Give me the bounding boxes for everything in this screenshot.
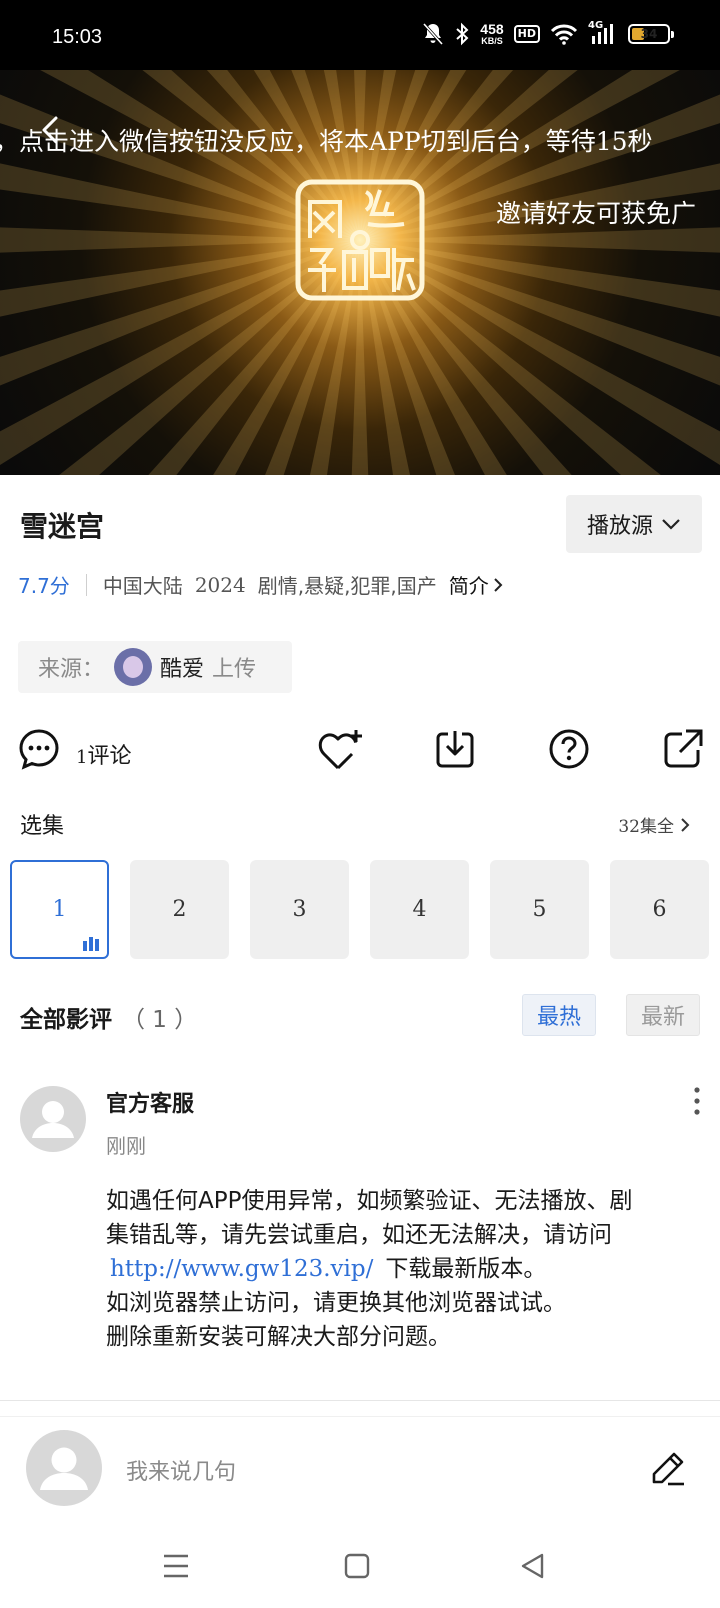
- reviews-title-label: 全部影评: [20, 1007, 112, 1033]
- default-user-icon: [32, 1101, 74, 1138]
- episodes-total-label: 集全: [640, 817, 674, 837]
- status-time: 15:03: [52, 26, 103, 48]
- hd-badge: HD: [513, 25, 540, 43]
- bluetooth-icon: [456, 22, 469, 46]
- my-avatar: [26, 1430, 102, 1506]
- uploader-avatar: [114, 648, 153, 686]
- uploader-info[interactable]: 来源： 酷爱 上传: [18, 641, 292, 693]
- review-line: 如遇任何APP使用异常，如频繁验证、无法播放、剧: [106, 1188, 633, 1214]
- battery-icon: 34: [628, 24, 674, 44]
- comment-count[interactable]: 1评论: [76, 738, 131, 770]
- review-time: 刚刚: [106, 1134, 146, 1158]
- episode-button-3[interactable]: 3: [250, 860, 349, 959]
- review-content: 如遇任何APP使用异常，如频繁验证、无法播放、剧 集错乱等，请先尝试重启，如还无…: [106, 1184, 706, 1354]
- net-speed-unit: KB/S: [481, 36, 503, 46]
- chevron-down-icon: [662, 519, 680, 530]
- region: 中国大陆: [102, 574, 183, 598]
- default-user-icon: [40, 1447, 88, 1490]
- uploader-name: 酷爱: [160, 657, 205, 682]
- episode-button-5[interactable]: 5: [490, 860, 589, 959]
- review-line: 集错乱等，请先尝试重启，如还无法解决，请访问: [106, 1222, 612, 1248]
- help-icon[interactable]: [548, 728, 590, 770]
- play-source-label: 播放源: [586, 514, 653, 539]
- share-icon[interactable]: [662, 728, 704, 770]
- review-line-suffix: 下载最新版本。: [385, 1256, 547, 1282]
- episode-number: 5: [532, 897, 547, 922]
- review-line: 删除重新安装可解决大部分问题。: [106, 1324, 451, 1350]
- divider: [0, 1416, 720, 1417]
- chevron-right-icon: [681, 817, 690, 832]
- pencil-icon[interactable]: [650, 1450, 686, 1486]
- comment-count-value: 1: [76, 747, 88, 768]
- wifi-icon: [550, 24, 578, 45]
- episode-number: 2: [172, 897, 187, 922]
- invite-notice: 邀请好友可获免广: [496, 199, 697, 228]
- episodes-title: 选集: [20, 814, 65, 839]
- marquee-notice: ，点击进入微信按钮没反应，将本APP切到后台，等待15秒: [0, 122, 720, 158]
- rating-score: 7.7分: [18, 574, 70, 598]
- review-author: 官方客服: [106, 1092, 195, 1117]
- review-link[interactable]: http://www.gw123.vip/: [110, 1256, 373, 1282]
- episodes-all-link[interactable]: 32集全: [618, 812, 690, 837]
- comment-icon[interactable]: [18, 728, 60, 770]
- back-arrow-icon[interactable]: [32, 110, 72, 150]
- mute-bell-icon: [423, 22, 444, 46]
- comment-input[interactable]: 我来说几句: [126, 1454, 236, 1486]
- sort-hot-button[interactable]: 最热: [522, 994, 596, 1036]
- episode-button-6[interactable]: 6: [610, 860, 709, 959]
- drama-title: 雪迷宫: [20, 510, 105, 543]
- back-triangle-icon[interactable]: [520, 1552, 546, 1580]
- sort-new-button[interactable]: 最新: [626, 994, 700, 1036]
- meta-divider: [85, 573, 87, 596]
- marquee-text: ，点击进入微信按钮没反应，将本APP切到后台，等待15秒: [0, 127, 653, 156]
- intro-label: 简介: [448, 574, 489, 598]
- year: 2024: [194, 572, 246, 597]
- episode-number: 4: [412, 897, 427, 922]
- chevron-right-icon: [494, 577, 503, 592]
- now-playing-icon: [83, 937, 99, 951]
- intro-link[interactable]: 简介: [449, 570, 503, 599]
- home-icon[interactable]: [344, 1552, 370, 1580]
- review-line: 如浏览器禁止访问，请更换其他浏览器试试。: [106, 1290, 566, 1316]
- episode-button-2[interactable]: 2: [130, 860, 229, 959]
- divider: [0, 1400, 720, 1401]
- episode-button-4[interactable]: 4: [370, 860, 469, 959]
- episode-number: 1: [52, 897, 67, 922]
- more-vertical-icon[interactable]: [690, 1086, 704, 1116]
- reviews-title: 全部影评 （ 1 ）: [20, 1000, 197, 1034]
- drama-meta: 7.7分 中国大陆 2024 剧情,悬疑,犯罪,国产 简介: [18, 570, 503, 599]
- source-label: 来源：: [38, 657, 105, 682]
- review-line: http://www.gw123.vip/下载最新版本。: [106, 1252, 706, 1286]
- episode-list: 1 2 3 4 5 6: [10, 860, 709, 959]
- net-speed: 458 KB/S: [480, 22, 503, 46]
- download-icon[interactable]: [434, 728, 476, 770]
- uploader-action: 上传: [212, 657, 257, 682]
- review-avatar[interactable]: [20, 1086, 86, 1152]
- action-bar: 1评论: [0, 728, 720, 778]
- reviews-count: （ 1 ）: [122, 1007, 198, 1033]
- net-speed-value: 458: [480, 21, 504, 37]
- episode-number: 3: [292, 897, 307, 922]
- menu-icon[interactable]: [162, 1552, 190, 1580]
- system-nav-bar: [0, 1540, 720, 1608]
- video-player[interactable]: ，点击进入微信按钮没反应，将本APP切到后台，等待15秒 邀请好友可获免广: [0, 70, 720, 475]
- comment-count-label: 评论: [87, 744, 132, 769]
- seal-logo: [295, 179, 425, 301]
- signal-bars-icon: [592, 24, 613, 44]
- battery-level: 34: [640, 27, 658, 41]
- episode-number: 6: [652, 897, 667, 922]
- episode-button-1[interactable]: 1: [10, 860, 109, 959]
- favorite-add-icon[interactable]: [318, 728, 364, 772]
- cell-signal: 4G: [588, 20, 618, 46]
- episodes-total-count: 32: [618, 817, 640, 837]
- play-source-button[interactable]: 播放源: [566, 495, 702, 553]
- status-icons: 458 KB/S HD 4G 34: [422, 20, 674, 46]
- genres: 剧情,悬疑,犯罪,国产: [257, 574, 437, 598]
- status-bar: 15:03 458 KB/S HD 4G 34: [0, 0, 720, 70]
